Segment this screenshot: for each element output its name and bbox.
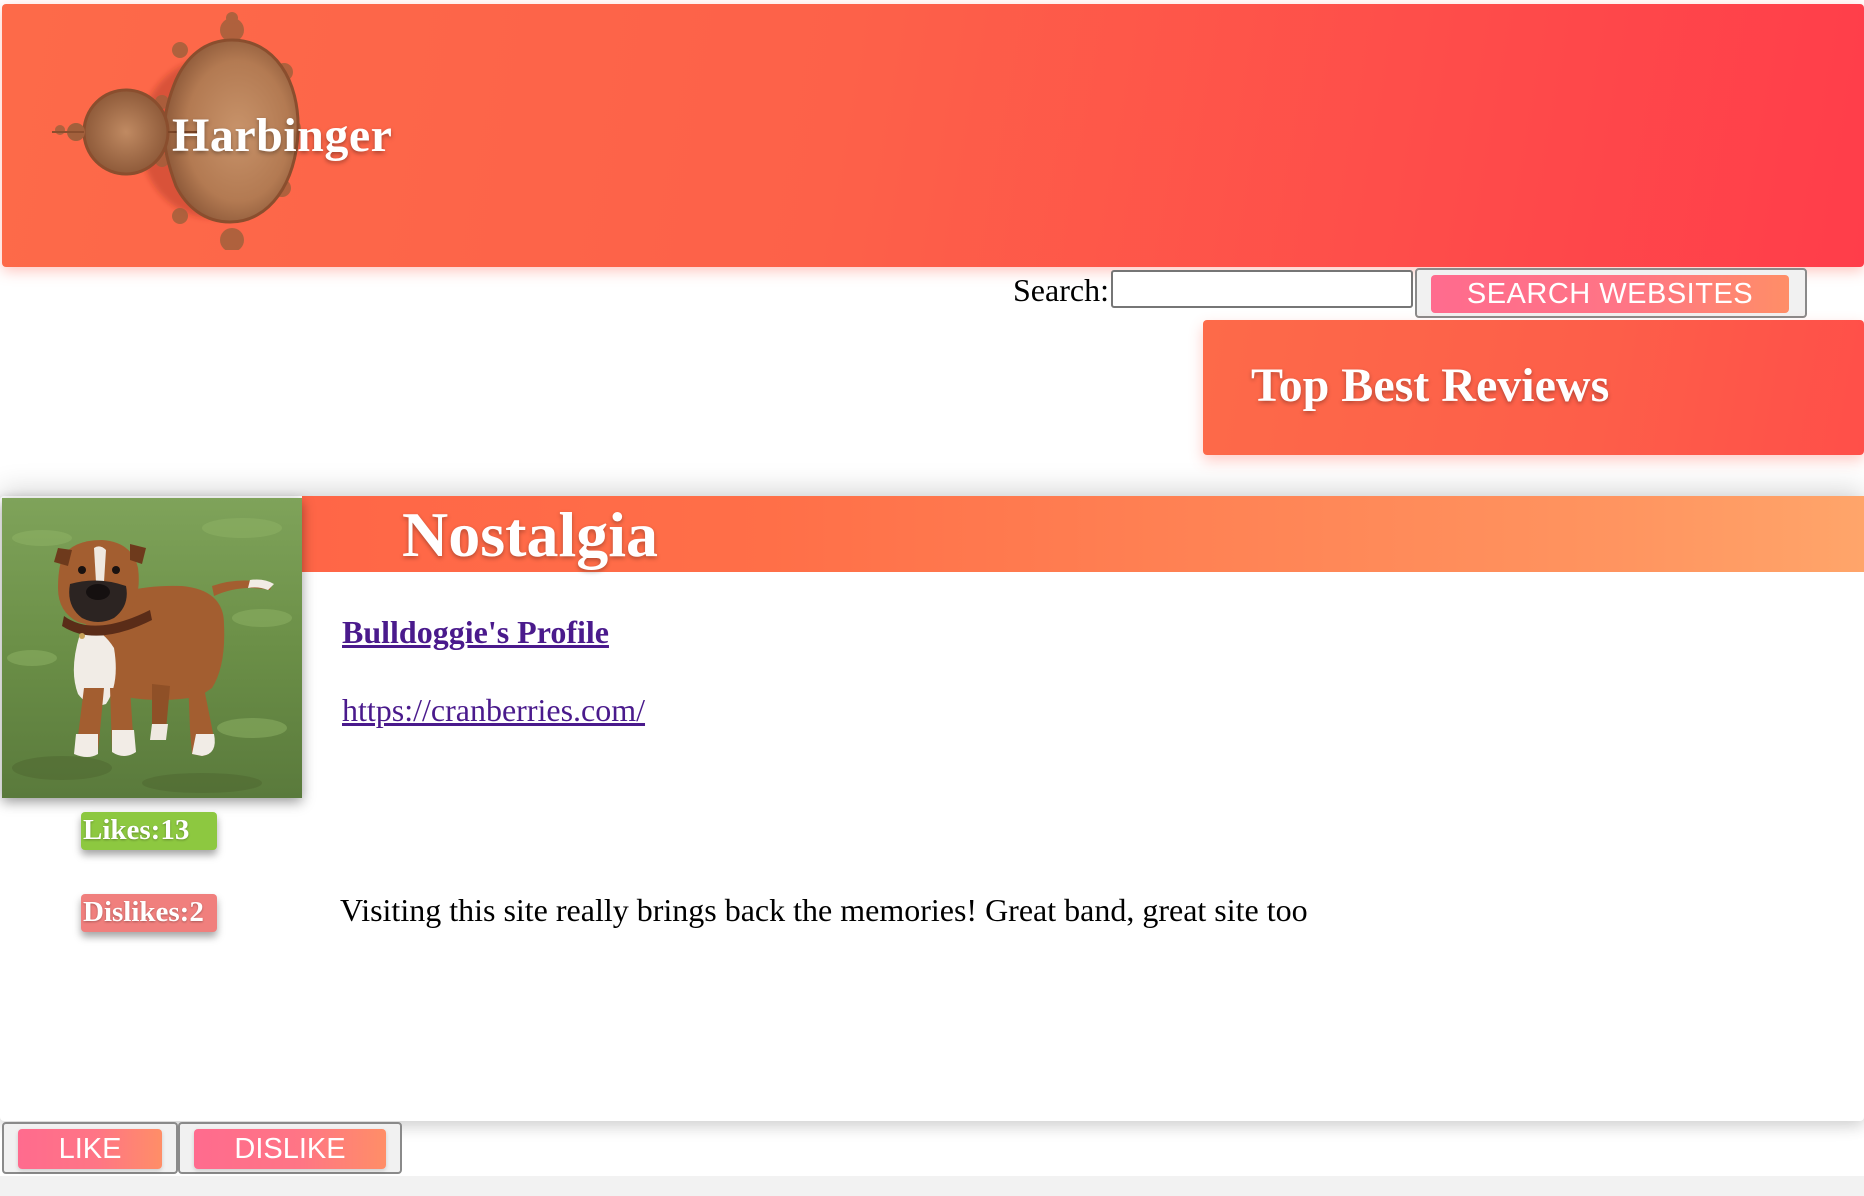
likes-count-badge: Likes:13: [81, 812, 217, 850]
dislike-button[interactable]: DISLIKE: [194, 1129, 386, 1169]
top-reviews-banner: Top Best Reviews: [1203, 320, 1864, 455]
reviewed-website-link[interactable]: https://cranberries.com/: [342, 692, 645, 729]
review-body-text: Visiting this site really brings back th…: [340, 892, 1308, 928]
search-input[interactable]: [1111, 270, 1413, 308]
page-bottom-strip: [0, 1176, 1864, 1196]
search-button-frame: SEARCH WEBSITES: [1415, 268, 1807, 318]
top-reviews-heading: Top Best Reviews: [1251, 359, 1610, 412]
bulldog-photo[interactable]: [2, 498, 302, 798]
site-title: Harbinger: [172, 109, 393, 162]
reviewer-profile-link[interactable]: Bulldoggie's Profile: [342, 614, 609, 651]
site-header: Harbinger: [2, 4, 1864, 267]
search-label: Search:: [1013, 272, 1109, 308]
dislikes-count-badge: Dislikes:2: [81, 894, 217, 932]
dislike-button-frame: DISLIKE: [178, 1122, 402, 1174]
review-title: Nostalgia: [402, 499, 658, 570]
search-websites-button[interactable]: SEARCH WEBSITES: [1431, 275, 1789, 313]
like-button-frame: LIKE: [2, 1122, 178, 1174]
like-button[interactable]: LIKE: [18, 1129, 162, 1169]
review-title-bar: Nostalgia: [302, 496, 1864, 572]
review-card: Nostalgia Likes:13 Dislikes:2 Bulldoggie…: [0, 496, 1864, 1121]
